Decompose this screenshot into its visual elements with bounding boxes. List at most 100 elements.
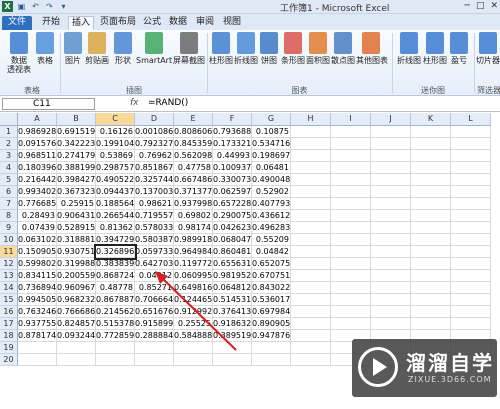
cell[interactable]	[291, 342, 331, 354]
cell[interactable]	[411, 282, 451, 294]
cell[interactable]: 0.515378	[96, 318, 135, 330]
row-header[interactable]: 11	[0, 246, 18, 258]
tab-page-layout[interactable]: 页面布局	[98, 16, 138, 30]
maximize-icon[interactable]: □	[476, 1, 485, 11]
row-header[interactable]: 12	[0, 258, 18, 270]
cell[interactable]: 0.063102	[18, 234, 57, 246]
cell[interactable]	[411, 138, 451, 150]
cell[interactable]	[291, 222, 331, 234]
cell[interactable]: 0.655631	[213, 258, 252, 270]
cell[interactable]: 0.059733	[135, 246, 174, 258]
cell[interactable]: 0.599802	[18, 258, 57, 270]
cell[interactable]: 0.808606	[174, 126, 213, 138]
column-header[interactable]: B	[57, 113, 96, 126]
tab-formulas[interactable]: 公式	[140, 16, 164, 30]
cell[interactable]	[371, 282, 411, 294]
cell[interactable]: 0.326896	[94, 244, 137, 260]
cell[interactable]	[135, 354, 174, 366]
cell[interactable]	[411, 270, 451, 282]
cell[interactable]	[57, 342, 96, 354]
cell[interactable]	[291, 198, 331, 210]
cell[interactable]: 0.98621	[135, 198, 174, 210]
cell[interactable]: 0.843022	[252, 282, 291, 294]
ribbon-button[interactable]: 剪贴画	[84, 32, 110, 65]
cell[interactable]	[18, 354, 57, 366]
cell[interactable]: 0.10875	[252, 126, 291, 138]
column-header[interactable]: K	[411, 113, 451, 126]
cell[interactable]: 0.150905	[18, 246, 57, 258]
cell[interactable]: 0.064812	[213, 282, 252, 294]
cell[interactable]	[411, 198, 451, 210]
cell[interactable]	[451, 138, 491, 150]
row-header[interactable]: 6	[0, 186, 18, 198]
customize-qat-icon[interactable]: ▾	[58, 1, 69, 12]
cell[interactable]	[291, 294, 331, 306]
row-header[interactable]: 10	[0, 234, 18, 246]
row-header[interactable]: 5	[0, 174, 18, 186]
cell[interactable]: 0.766686	[57, 306, 96, 318]
cell[interactable]	[18, 342, 57, 354]
cell[interactable]: 0.001086	[135, 126, 174, 138]
cell[interactable]: 0.383839	[96, 258, 135, 270]
ribbon-button[interactable]: 数据 透视表	[6, 32, 32, 74]
cell[interactable]	[411, 234, 451, 246]
cell[interactable]	[451, 210, 491, 222]
cell[interactable]: 0.860481	[213, 246, 252, 258]
cell[interactable]: 0.173321	[213, 138, 252, 150]
ribbon-button[interactable]: 柱形图	[209, 32, 233, 65]
cell[interactable]	[371, 306, 411, 318]
cell[interactable]: 0.947876	[252, 330, 291, 342]
cell[interactable]: 0.918632	[213, 318, 252, 330]
cell[interactable]	[411, 258, 451, 270]
cell[interactable]: 0.994505	[18, 294, 57, 306]
cell[interactable]	[291, 126, 331, 138]
cell[interactable]: 0.652075	[252, 258, 291, 270]
cell[interactable]: 0.964984	[174, 246, 213, 258]
cell[interactable]: 0.042623	[213, 222, 252, 234]
cell[interactable]: 0.691519	[57, 126, 96, 138]
cell[interactable]	[411, 210, 451, 222]
cell[interactable]	[331, 306, 371, 318]
cell[interactable]	[174, 354, 213, 366]
ribbon-button[interactable]: 盈亏	[448, 32, 470, 65]
cell[interactable]	[451, 270, 491, 282]
close-icon[interactable]: ✕	[490, 1, 498, 11]
row-header[interactable]: 9	[0, 222, 18, 234]
cell[interactable]	[291, 318, 331, 330]
cell[interactable]	[371, 234, 411, 246]
cell[interactable]: 0.793688	[213, 126, 252, 138]
row-header[interactable]: 16	[0, 306, 18, 318]
cell[interactable]	[213, 354, 252, 366]
cell[interactable]: 0.124465	[174, 294, 213, 306]
cell[interactable]: 0.318881	[57, 234, 96, 246]
cell[interactable]	[411, 174, 451, 186]
cell[interactable]	[451, 162, 491, 174]
cell[interactable]	[331, 282, 371, 294]
cell[interactable]: 0.890905	[252, 318, 291, 330]
cell[interactable]	[252, 342, 291, 354]
ribbon-button[interactable]: 形状	[112, 32, 134, 65]
row-header[interactable]: 14	[0, 282, 18, 294]
cell[interactable]: 0.76962	[135, 150, 174, 162]
cell[interactable]	[371, 210, 411, 222]
cell[interactable]: 0.091576	[18, 138, 57, 150]
cell[interactable]	[331, 222, 371, 234]
column-header[interactable]: E	[174, 113, 213, 126]
cell[interactable]: 0.28493	[18, 210, 57, 222]
cell[interactable]	[57, 354, 96, 366]
cell[interactable]: 0.657228	[213, 198, 252, 210]
row-header[interactable]: 8	[0, 210, 18, 222]
cell[interactable]: 0.04842	[252, 246, 291, 258]
cell[interactable]: 0.288884	[135, 330, 174, 342]
cell[interactable]	[451, 246, 491, 258]
cell[interactable]: 0.667486	[174, 174, 213, 186]
ribbon-button[interactable]: 折线图	[234, 32, 258, 65]
cell[interactable]	[451, 318, 491, 330]
cell[interactable]	[451, 174, 491, 186]
row-header[interactable]: 17	[0, 318, 18, 330]
cell[interactable]: 0.214562	[96, 306, 135, 318]
cell[interactable]	[371, 138, 411, 150]
cell[interactable]: 0.188564	[96, 198, 135, 210]
cell[interactable]	[371, 126, 411, 138]
cell[interactable]: 0.981952	[213, 270, 252, 282]
